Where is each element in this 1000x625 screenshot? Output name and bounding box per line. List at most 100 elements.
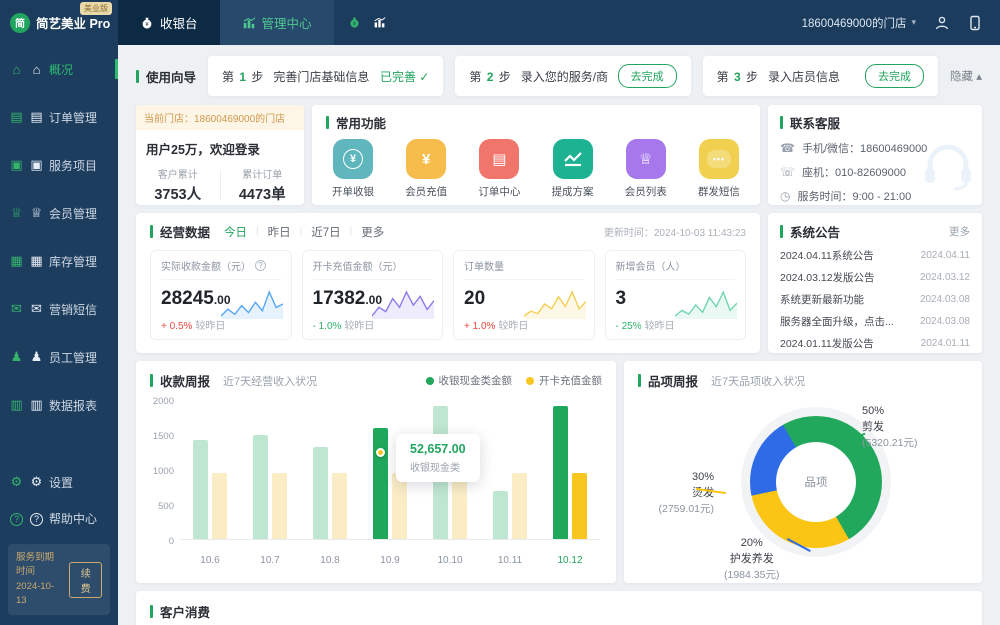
- chevron-down-icon: ▾: [911, 17, 916, 28]
- mobile-icon[interactable]: [968, 15, 982, 31]
- quick-action-cashier[interactable]: ¥开单收银: [332, 139, 374, 199]
- delta-vs-label: 较昨日: [344, 321, 374, 332]
- members-icon: ♕: [626, 139, 666, 179]
- sidebar-item-sms[interactable]: ✉✉营销短信: [0, 285, 118, 333]
- current-store-strip: 当前门店：18600469000的门店: [136, 105, 304, 130]
- chart-tooltip: 52,657.00收银现金类: [396, 434, 480, 482]
- stat-value-int: 20: [464, 288, 485, 309]
- biz-tab-近7日[interactable]: 近7日: [311, 224, 340, 240]
- sidebar-item-label: 营销短信: [49, 301, 97, 318]
- donut-center-label: 品项: [776, 442, 856, 522]
- announcement-row[interactable]: 服务器全面升级，点击...2024.03.08: [780, 314, 970, 329]
- announcement-row[interactable]: 系统更新最新功能2024.03.08: [780, 292, 970, 307]
- item-donut-chart: 品项50%剪发(5320.21元)30%烫发(2759.01元)20%护发养发(…: [638, 394, 968, 574]
- bar-group-10.8[interactable]: [300, 398, 360, 539]
- biz-tab-更多[interactable]: 更多: [361, 224, 384, 240]
- tab-cashier[interactable]: ¥ 收银台: [118, 0, 220, 45]
- quick-action-label: 会员列表: [625, 184, 667, 199]
- quick-action-label: 会员充值: [405, 184, 447, 199]
- legend-dot-icon: [426, 377, 434, 385]
- bar-开卡充值金额: [452, 473, 467, 539]
- quick-action-recharge[interactable]: ¥会员充值: [405, 139, 447, 199]
- step-suffix: 步: [251, 70, 263, 84]
- sidebar-item-inventory[interactable]: ▦▦库存管理: [0, 237, 118, 285]
- slice-amount: (1984.35元): [724, 568, 779, 583]
- sidebar-item-services[interactable]: ▣▣服务项目: [0, 141, 118, 189]
- go-complete-button[interactable]: 去完成: [618, 64, 677, 88]
- sidebar-item-settings[interactable]: ⚙ ⚙ 设置: [0, 464, 118, 500]
- quick-action-sms[interactable]: •••群发短信: [698, 139, 740, 199]
- chart-mini-icon[interactable]: [373, 16, 386, 29]
- bar-group-10.6[interactable]: [180, 398, 240, 539]
- service-row-text: 服务时间：9:00 - 21:00: [797, 188, 911, 204]
- sidebar-item-label: 订单管理: [49, 109, 97, 126]
- user-icon[interactable]: [934, 15, 950, 31]
- announcement-date: 2024.01.11: [921, 338, 970, 349]
- bar-group-10.7[interactable]: [240, 398, 300, 539]
- stat-value-int: 17382: [313, 288, 366, 309]
- guide-step-text: 录入您的服务/商品: [521, 68, 608, 85]
- commission-icon: [553, 139, 593, 179]
- quick-action-commission[interactable]: 提成方案: [552, 139, 594, 199]
- delta-value: - 1.0%: [313, 321, 342, 332]
- announcement-row[interactable]: 2024.03.12发版公告2024.03.12: [780, 270, 970, 285]
- announcement-title: 服务器全面升级，点击...: [780, 314, 894, 329]
- step-num: 1: [236, 70, 249, 84]
- customer-service-card: 联系客服 ☎手机/微信：18600469000☏座机：010-82609000◷…: [768, 105, 982, 205]
- bar-group-10.11[interactable]: [480, 398, 540, 539]
- tooltip-label: 收银现金类: [410, 459, 466, 474]
- sidebar-item-staff[interactable]: ♟♟员工管理: [0, 333, 118, 381]
- legend-item[interactable]: 开卡充值金额: [526, 373, 602, 388]
- step-num: 3: [731, 70, 744, 84]
- guide-step-2: 第 2 步录入您的服务/商品去完成: [455, 56, 690, 96]
- usage-guide-title: 使用向导: [136, 67, 196, 86]
- bar-开卡充值金额: [512, 473, 527, 539]
- main-content: 使用向导 第 1 步完善门店基础信息已完善 ✓第 2 步录入您的服务/商品去完成…: [118, 45, 1000, 625]
- renew-button[interactable]: 续费: [69, 562, 102, 598]
- help-icon[interactable]: ?: [255, 260, 266, 271]
- stat-title-text: 开卡充值金额（元）: [313, 258, 403, 273]
- updated-time: 更新时间：2024-10-03 11:43:23: [604, 224, 746, 239]
- sidebar-item-orders[interactable]: ▤▤订单管理: [0, 93, 118, 141]
- top-bar: 美业版 简 简艺美业 Pro ¥ 收银台 管理中心 ¥ 18600469000的…: [0, 0, 1000, 45]
- sidebar-item-overview[interactable]: ⌂⌂概况: [0, 45, 118, 93]
- money-bag-mini-icon[interactable]: ¥: [348, 16, 361, 29]
- biz-tab-今日[interactable]: 今日: [224, 224, 247, 240]
- bar-开卡充值金额: [332, 473, 347, 539]
- donut-label-剪发: 50%剪发(5320.21元): [862, 404, 917, 451]
- announcement-row[interactable]: 2024.01.11发版公告2024.01.11: [780, 336, 970, 351]
- bar-plot-area: [180, 398, 600, 540]
- announcement-row[interactable]: 2024.04.11系统公告2024.04.11: [780, 248, 970, 263]
- stat-card-3: 新增会员（人）3- 25%较昨日: [605, 250, 747, 340]
- sidebar-item-reports[interactable]: ▥▥数据报表: [0, 381, 118, 429]
- quick-action-members[interactable]: ♕ 会员列表: [625, 139, 667, 199]
- business-data-title: 经营数据: [150, 222, 210, 241]
- welcome-text: 用户25万，欢迎登录: [136, 130, 304, 164]
- donut-label-烫发: 30%烫发(2759.01元): [642, 470, 714, 517]
- y-axis-label: 500: [150, 501, 174, 512]
- help-icon: ?: [9, 510, 24, 526]
- hide-guide-link[interactable]: 隐藏 ▴: [950, 68, 982, 84]
- delta-value: + 1.0%: [464, 321, 495, 332]
- slice-amount: (5320.21元): [862, 436, 917, 451]
- slice-name: 剪发: [862, 420, 917, 436]
- stat-title-text: 实际收款金额（元）: [161, 258, 251, 273]
- bar-收银现金类金额: [373, 428, 388, 539]
- sidebar-item-label: 库存管理: [49, 253, 97, 270]
- announcements-more-link[interactable]: 更多: [949, 224, 970, 239]
- stat-value-int: 28245: [161, 288, 214, 309]
- store-switcher[interactable]: 18600469000的门店 ▾: [802, 15, 916, 31]
- tab-management[interactable]: 管理中心: [220, 0, 334, 45]
- go-complete-button[interactable]: 去完成: [865, 64, 924, 88]
- legend-item[interactable]: 收银现金类金额: [426, 373, 513, 388]
- service-expiry-box: 服务到期时间 2024-10-13 续费: [8, 544, 110, 615]
- sidebar-item-help[interactable]: ? ? 帮助中心: [0, 500, 118, 536]
- usage-guide: 使用向导 第 1 步完善门店基础信息已完善 ✓第 2 步录入您的服务/商品去完成…: [136, 55, 982, 97]
- sidebar-item-members[interactable]: ♕♕会员管理: [0, 189, 118, 237]
- quick-action-orders[interactable]: ▤订单中心: [478, 139, 520, 199]
- edition-badge: 美业版: [80, 2, 112, 15]
- announcement-title: 2024.03.12发版公告: [780, 270, 875, 285]
- biz-tab-昨日[interactable]: 昨日: [268, 224, 291, 240]
- stat-card-title: 实际收款金额（元）?: [161, 258, 281, 273]
- bar-group-10.12[interactable]: [540, 398, 600, 539]
